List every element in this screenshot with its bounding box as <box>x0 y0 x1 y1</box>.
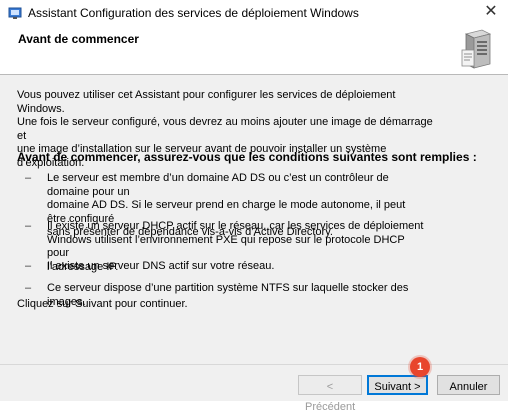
requirement-line: Il existe un serveur DHCP actif sur le r… <box>47 220 424 232</box>
intro-line: Vous pouvez utiliser cet Assistant pour … <box>17 89 396 115</box>
step-badge: 1 <box>410 357 430 377</box>
requirement-line: Le serveur est membre d’un domaine AD DS… <box>47 172 389 198</box>
wizard-content: Vous pouvez utiliser cet Assistant pour … <box>0 75 508 364</box>
bullet-dash: – <box>25 220 32 232</box>
close-icon[interactable]: ✕ <box>474 0 508 26</box>
title-bar: Assistant Configuration des services de … <box>0 0 508 28</box>
requirement-line: Il existe un serveur DNS actif sur votre… <box>47 260 275 272</box>
intro-line: Une fois le serveur configuré, vous devr… <box>17 116 433 142</box>
previous-button[interactable]: < Précédent <box>298 375 362 413</box>
requirement-line: Windows utilisent l’environnement PXE qu… <box>47 233 405 260</box>
bullet-dash: – <box>25 282 32 294</box>
app-icon <box>8 7 22 19</box>
bullet-dash: – <box>25 260 32 272</box>
wizard-header: Avant de commencer <box>0 28 508 75</box>
requirements-heading: Avant de commencer, assurez-vous que les… <box>17 150 477 164</box>
page-title: Avant de commencer <box>18 32 139 46</box>
cancel-button[interactable]: Annuler <box>437 375 500 395</box>
server-icon <box>461 29 492 69</box>
next-button[interactable]: Suivant > <box>367 375 428 395</box>
bullet-dash: – <box>25 172 32 184</box>
wizard-footer: < Précédent Suivant > Annuler <box>0 364 508 413</box>
window-title: Assistant Configuration des services de … <box>28 6 359 20</box>
continue-instruction: Cliquez sur Suivant pour continuer. <box>17 298 188 310</box>
